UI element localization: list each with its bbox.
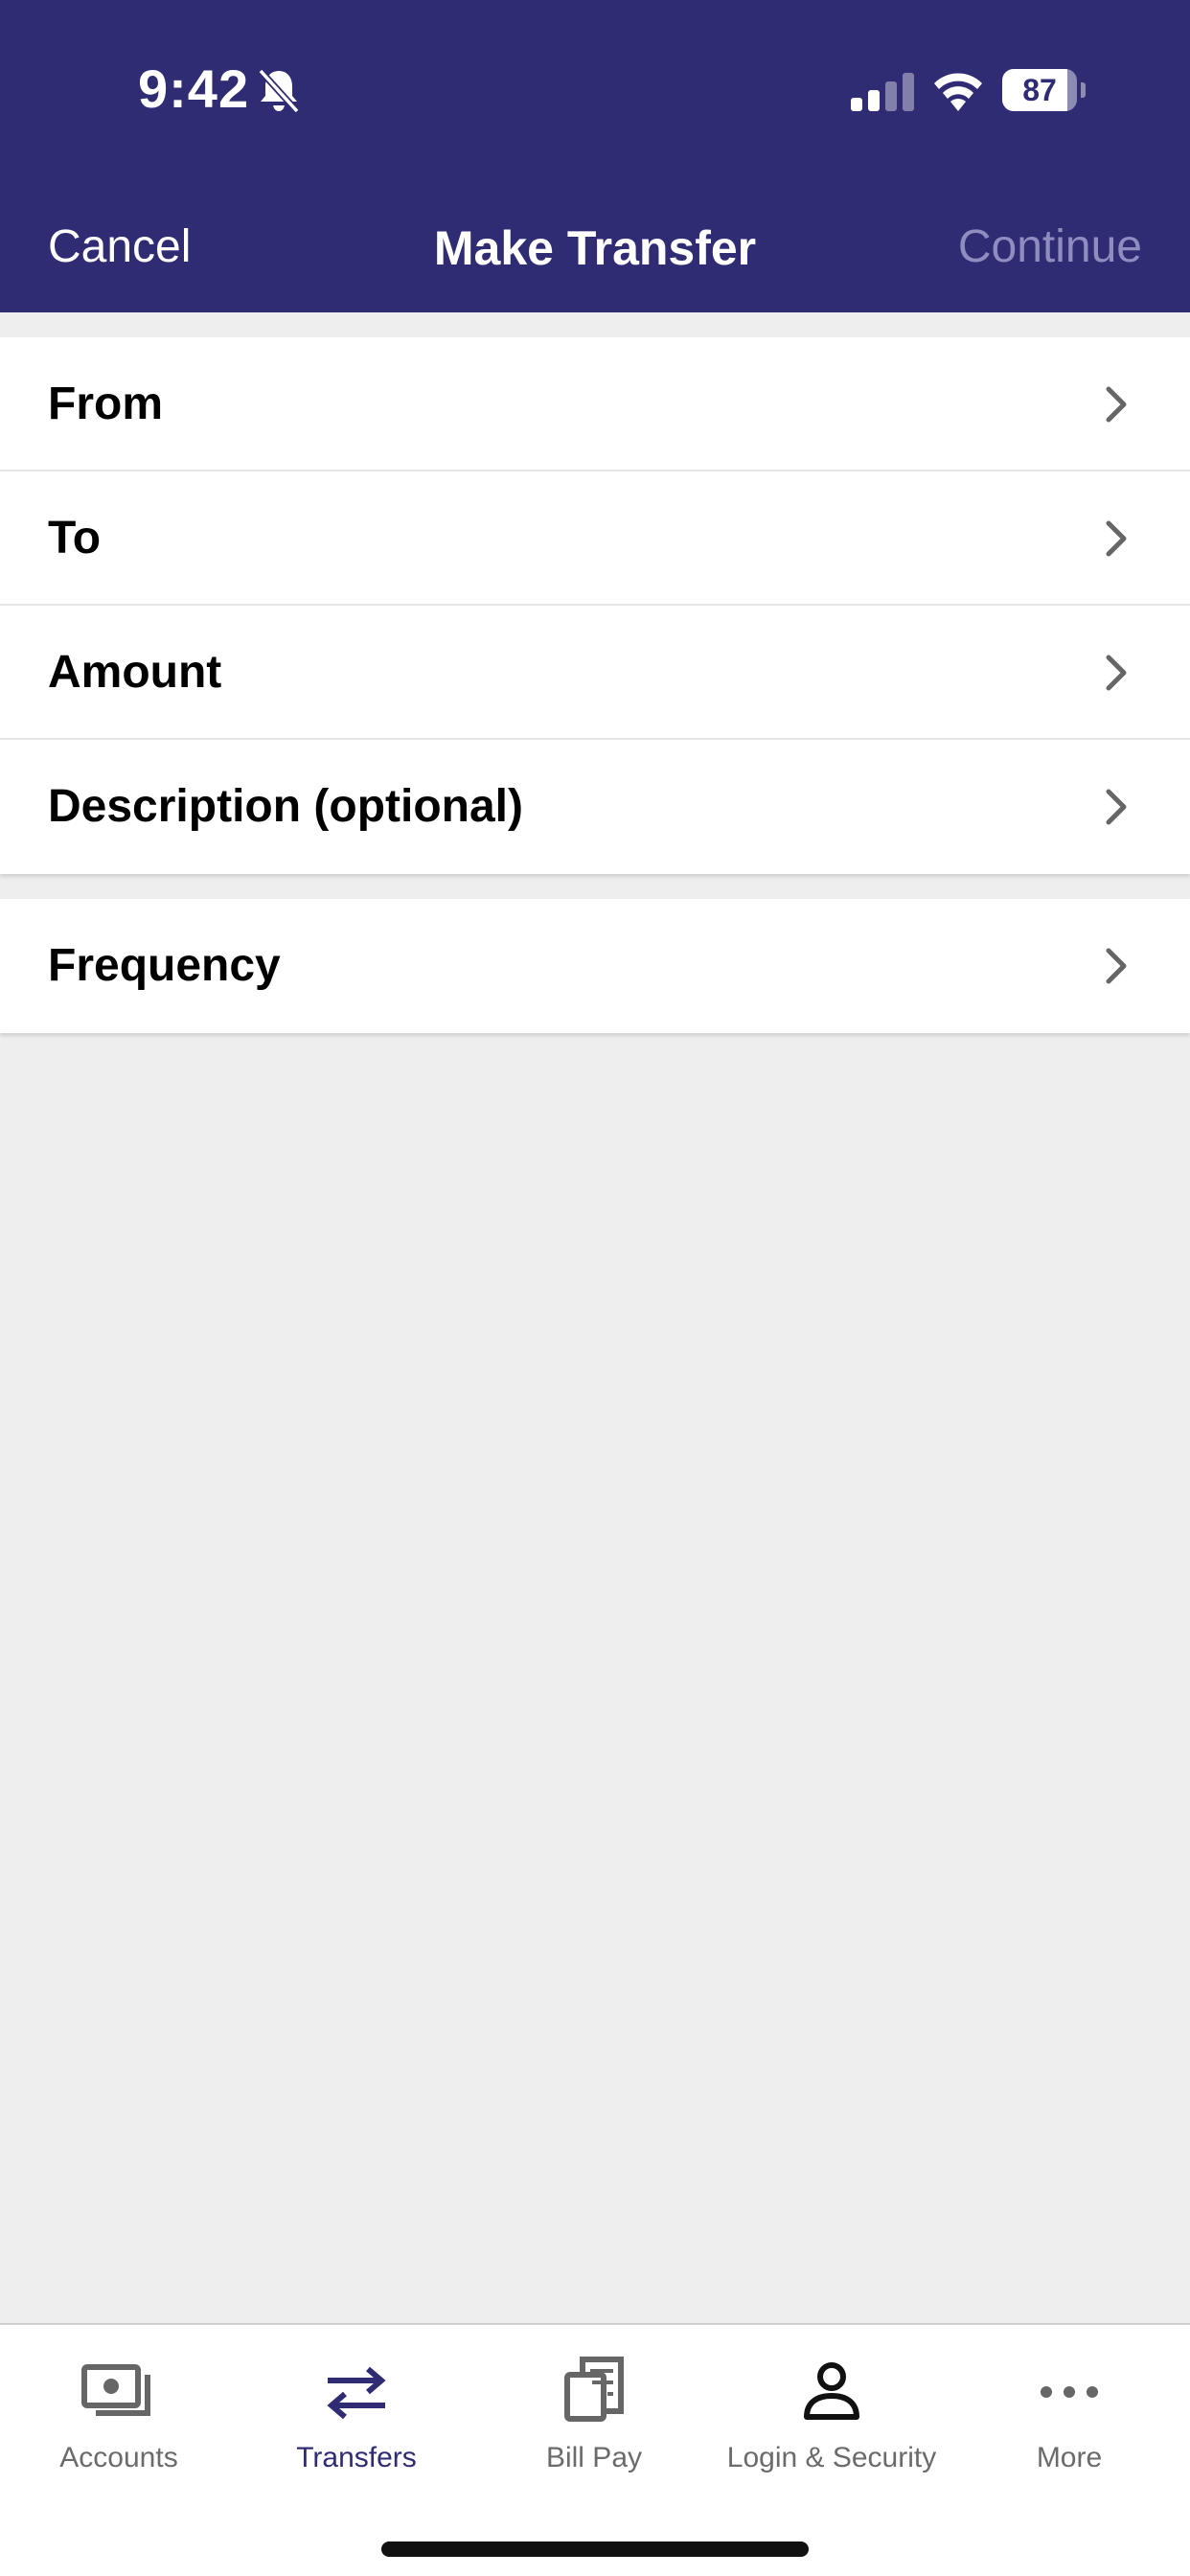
frequency-label: Frequency [48,940,281,991]
cellular-signal-icon [851,73,914,111]
to-row[interactable]: To [0,472,1190,606]
tab-label: Transfers [296,2442,417,2473]
tab-more[interactable]: More [950,2325,1188,2488]
tab-label: Bill Pay [545,2442,643,2473]
chevron-right-icon [1106,655,1127,691]
wifi-icon [934,73,982,111]
tab-label: Login & Security [726,2442,937,2473]
chevron-right-icon [1106,520,1127,557]
chevron-right-icon [1106,386,1127,423]
receipt-icon [564,2357,624,2422]
to-label: To [48,513,102,564]
chevron-right-icon [1106,789,1127,825]
status-time: 9:42 [138,58,250,119]
battery-percent: 87 [1022,73,1057,107]
frequency-group: Frequency [0,899,1190,1033]
bell-muted-icon [258,68,300,113]
tab-label: More [1036,2442,1103,2473]
frequency-row[interactable]: Frequency [0,899,1190,1033]
transfer-details-group: From To Amount Description (optional) [0,337,1190,874]
amount-row[interactable]: Amount [0,606,1190,740]
person-icon [804,2362,859,2420]
tab-accounts[interactable]: Accounts [0,2325,238,2488]
tab-bill-pay[interactable]: Bill Pay [475,2325,713,2488]
tab-bar: Accounts Transfers Bill Pay Login & Secu… [0,2323,1190,2576]
header: 9:42 87 Cancel Make Transfer Continue [0,0,1190,312]
tab-login-security[interactable]: Login & Security [713,2325,950,2488]
transfer-arrows-icon [327,2366,386,2420]
chevron-right-icon [1106,948,1127,984]
from-row[interactable]: From [0,337,1190,472]
description-label: Description (optional) [48,781,523,832]
home-indicator [381,2542,809,2557]
battery-indicator: 87 [1002,69,1086,111]
from-label: From [48,379,163,429]
tab-label: Accounts [59,2442,178,2473]
more-dots-icon [1041,2386,1098,2398]
description-row[interactable]: Description (optional) [0,740,1190,874]
continue-button[interactable]: Continue [958,220,1142,273]
cash-icon [81,2364,150,2416]
amount-label: Amount [48,647,222,698]
tab-transfers[interactable]: Transfers [238,2325,475,2488]
status-bar: 9:42 87 [0,0,1190,182]
nav-bar: Cancel Make Transfer Continue [0,192,1190,303]
